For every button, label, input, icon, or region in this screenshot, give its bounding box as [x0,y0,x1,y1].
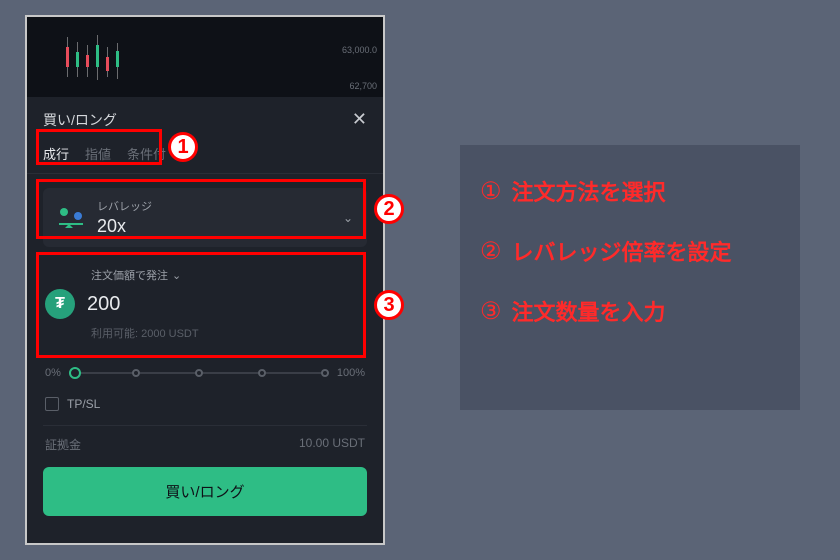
chevron-down-icon: ⌄ [343,211,353,225]
legend-num-1: ① [480,177,502,206]
chevron-down-icon: ⌄ [172,269,181,282]
leverage-selector[interactable]: レバレッジ 20x ⌄ [43,188,367,247]
slider-min-label: 0% [45,367,61,379]
legend-text-2: レバレッジ倍率を設定 [512,235,732,267]
chart-price-upper: 63,000.0 [342,45,377,55]
buy-long-button[interactable]: 買い/ロング [43,467,367,516]
callout-badge-3: 3 [374,290,404,320]
sheet-body: レバレッジ 20x ⌄ 注文価額で発注 ⌄ ₮ 200 利用可能: 2000 U… [27,174,383,526]
margin-value: 10.00 USDT [299,436,365,453]
percentage-slider[interactable]: 0% 100% [43,353,367,389]
legend-panel: ① 注文方法を選択 ② レバレッジ倍率を設定 ③ 注文数量を入力 [460,145,800,410]
leverage-label: レバレッジ [97,198,331,214]
amount-input[interactable]: 200 [87,293,120,316]
order-type-tabs: 成行 指値 条件付 [27,138,383,174]
callout-badge-2: 2 [374,194,404,224]
available-balance: 利用可能: 2000 USDT [91,325,365,341]
slider-track[interactable] [69,372,329,374]
margin-label: 証拠金 [45,436,81,453]
leverage-icon [57,206,85,230]
order-sheet: 買い/ロング ✕ 成行 指値 条件付 レバレッジ [27,97,383,543]
legend-num-2: ② [480,237,502,266]
legend-text-1: 注文方法を選択 [512,175,666,207]
sheet-header: 買い/ロング ✕ [27,97,383,138]
slider-tick [321,369,329,377]
tab-limit[interactable]: 指値 [85,144,111,163]
slider-tick [258,369,266,377]
leverage-value: 20x [97,216,331,237]
trading-sheet-panel: 63,000.0 62,700 買い/ロング ✕ 成行 指値 条件付 [25,15,385,545]
amount-mode-label: 注文価額で発注 [91,267,168,283]
sheet-title: 買い/ロング [43,110,117,130]
legend-num-3: ③ [480,297,502,326]
tab-market[interactable]: 成行 [43,144,69,163]
legend-item: ② レバレッジ倍率を設定 [480,235,780,267]
close-icon[interactable]: ✕ [352,109,367,130]
amount-section: 注文価額で発注 ⌄ ₮ 200 利用可能: 2000 USDT [43,263,367,345]
slider-max-label: 100% [337,367,365,379]
legend-item: ① 注文方法を選択 [480,175,780,207]
legend-text-3: 注文数量を入力 [512,295,666,327]
price-chart: 63,000.0 62,700 [27,17,383,97]
slider-tick [132,369,140,377]
callout-badge-1: 1 [168,132,198,162]
chart-price-lower: 62,700 [349,81,377,91]
tpsl-toggle-row[interactable]: TP/SL [43,389,367,419]
margin-row: 証拠金 10.00 USDT [43,425,367,467]
usdt-token-icon: ₮ [45,289,75,319]
tpsl-label: TP/SL [67,397,100,411]
slider-thumb[interactable] [69,367,81,379]
tab-conditional[interactable]: 条件付 [127,144,166,163]
legend-item: ③ 注文数量を入力 [480,295,780,327]
slider-tick [195,369,203,377]
tpsl-checkbox[interactable] [45,397,59,411]
amount-mode-selector[interactable]: 注文価額で発注 ⌄ [91,267,365,283]
